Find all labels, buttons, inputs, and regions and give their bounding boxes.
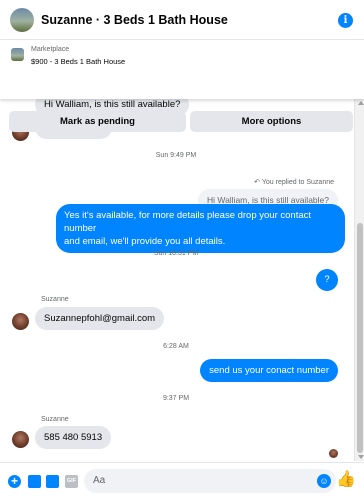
message-line: Yes it's available, for more details ple…: [64, 210, 312, 234]
timestamp: 9:37 PM: [162, 395, 190, 402]
timestamp: Sun 9:49 PM: [155, 152, 197, 159]
input-placeholder: Aa: [93, 475, 106, 486]
more-options-button[interactable]: More options: [190, 111, 353, 132]
incoming-message[interactable]: Suzannepfohl@gmail.com: [35, 307, 165, 330]
reply-arrow-icon: ↶: [254, 179, 261, 186]
marketplace-label: Marketplace: [31, 46, 70, 53]
replied-note: ↶ You replied to Suzanne: [254, 178, 334, 186]
listing-thumbnail[interactable]: [11, 48, 24, 61]
mark-as-pending-button[interactable]: Mark as pending: [9, 111, 186, 132]
incoming-message[interactable]: 585 480 5913: [35, 426, 112, 449]
scrollbar[interactable]: [354, 99, 364, 461]
listing-avatar[interactable]: [10, 7, 34, 32]
scroll-up-arrow-icon[interactable]: [358, 101, 364, 105]
replied-note-text: You replied to Suzanne: [261, 179, 334, 186]
sender-avatar[interactable]: [12, 431, 29, 448]
sticker-icon[interactable]: [46, 475, 59, 488]
message-thread[interactable]: Hi Walliam, is this still available? Mes…: [0, 99, 352, 461]
outgoing-message[interactable]: ?: [316, 269, 338, 291]
outgoing-message[interactable]: Yes it's available, for more details ple…: [56, 204, 345, 253]
conversation-header: Suzanne · 3 Beds 1 Bath House i: [0, 0, 364, 40]
conversation-title[interactable]: Suzanne · 3 Beds 1 Bath House: [41, 13, 228, 27]
message-composer: + GIF Aa ☺ 👍: [0, 462, 364, 500]
listing-title[interactable]: $900 - 3 Beds 1 Bath House: [31, 57, 125, 66]
plus-icon[interactable]: +: [8, 475, 21, 488]
outgoing-message[interactable]: send us your conact number: [200, 359, 338, 382]
timestamp: 6:28 AM: [163, 343, 189, 350]
sender-avatar[interactable]: [12, 313, 29, 330]
thumbs-up-icon[interactable]: 👍: [336, 472, 356, 488]
sender-name: Suzanne: [41, 416, 69, 423]
emoji-icon[interactable]: ☺: [317, 474, 331, 488]
scrollbar-thumb[interactable]: [357, 223, 363, 453]
message-line: and email, we'll provide you all details…: [64, 236, 226, 247]
scroll-down-arrow-icon[interactable]: [358, 455, 364, 459]
marketplace-panel: Marketplace $900 - 3 Beds 1 Bath House M…: [0, 41, 364, 132]
message-input[interactable]: Aa ☺: [84, 469, 336, 493]
sender-name: Suzanne: [41, 296, 69, 303]
gif-icon[interactable]: GIF: [65, 475, 78, 488]
photo-icon[interactable]: [28, 475, 41, 488]
seen-indicator-avatar: [329, 449, 338, 458]
timestamp: Sun 10:31 PM: [153, 250, 199, 257]
info-icon[interactable]: i: [338, 13, 353, 28]
